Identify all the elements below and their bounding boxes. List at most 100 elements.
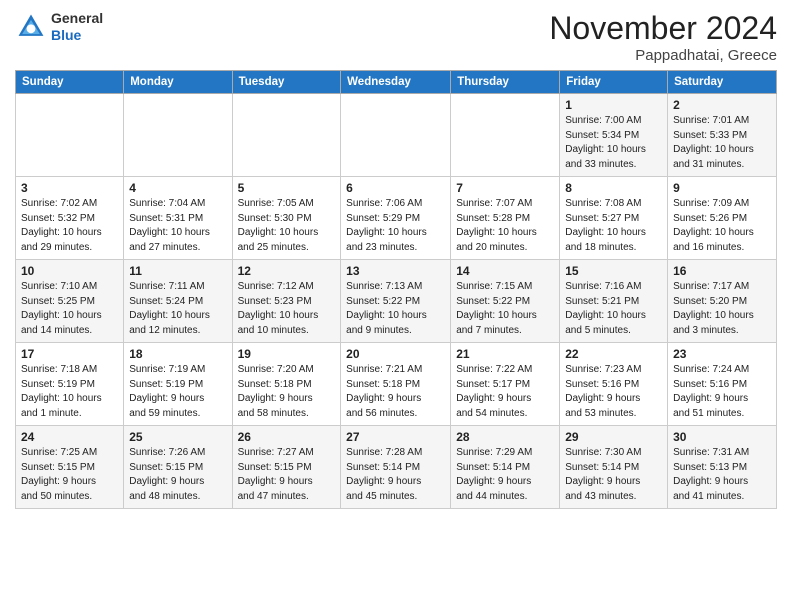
calendar-cell: 9 Sunrise: 7:09 AM Sunset: 5:26 PM Daylig…: [668, 177, 777, 260]
day-info: Sunrise: 7:19 AM Sunset: 5:19 PM Dayligh…: [129, 363, 226, 421]
col-header-tuesday: Tuesday: [232, 71, 341, 94]
day-info: Sunrise: 7:17 AM Sunset: 5:20 PM Dayligh…: [673, 280, 771, 338]
calendar-cell: [124, 94, 232, 177]
calendar-cell: 19 Sunrise: 7:20 AM Sunset: 5:18 PM Dayli…: [232, 343, 341, 426]
day-number: 21: [456, 347, 554, 361]
calendar-cell: 8Sunrise: 7:08 AM Sunset: 5:27 PM Daylig…: [560, 177, 668, 260]
week-row-1: 1 Sunrise: 7:00 AM Sunset: 5:34 PM Daylig…: [16, 94, 777, 177]
calendar-cell: 21 Sunrise: 7:22 AM Sunset: 5:17 PM Dayli…: [451, 343, 560, 426]
day-info: Sunrise: 7:08 AM Sunset: 5:27 PM Dayligh…: [565, 197, 662, 255]
calendar-cell: 13 Sunrise: 7:13 AM Sunset: 5:22 PM Dayli…: [341, 260, 451, 343]
logo-blue: Blue: [51, 27, 103, 44]
header: General Blue November 2024 Pappadhatai, …: [15, 10, 777, 64]
day-info: Sunrise: 7:20 AM Sunset: 5:18 PM Dayligh…: [238, 363, 336, 421]
calendar-cell: 5Sunrise: 7:05 AM Sunset: 5:30 PM Daylig…: [232, 177, 341, 260]
calendar-cell: 17Sunrise: 7:18 AM Sunset: 5:19 PM Dayli…: [16, 343, 124, 426]
calendar-cell: 26Sunrise: 7:27 AM Sunset: 5:15 PM Dayli…: [232, 426, 341, 509]
col-header-sunday: Sunday: [16, 71, 124, 94]
day-info: Sunrise: 7:11 AM Sunset: 5:24 PM Dayligh…: [129, 280, 226, 338]
calendar-cell: 25 Sunrise: 7:26 AM Sunset: 5:15 PM Dayli…: [124, 426, 232, 509]
calendar-cell: 1 Sunrise: 7:00 AM Sunset: 5:34 PM Daylig…: [560, 94, 668, 177]
location: Pappadhatai, Greece: [549, 47, 777, 64]
day-info: Sunrise: 7:31 AM Sunset: 5:13 PM Dayligh…: [673, 446, 771, 504]
day-number: 5: [238, 181, 336, 195]
day-info: Sunrise: 7:25 AM Sunset: 5:15 PM Dayligh…: [21, 446, 118, 504]
calendar-cell: 18 Sunrise: 7:19 AM Sunset: 5:19 PM Dayli…: [124, 343, 232, 426]
calendar-cell: 3Sunrise: 7:02 AM Sunset: 5:32 PM Daylig…: [16, 177, 124, 260]
day-number: 6: [346, 181, 445, 195]
col-header-saturday: Saturday: [668, 71, 777, 94]
calendar-cell: 7Sunrise: 7:07 AM Sunset: 5:28 PM Daylig…: [451, 177, 560, 260]
day-info: Sunrise: 7:06 AM Sunset: 5:29 PM Dayligh…: [346, 197, 445, 255]
day-number: 19: [238, 347, 336, 361]
calendar-cell: 20 Sunrise: 7:21 AM Sunset: 5:18 PM Dayli…: [341, 343, 451, 426]
calendar-cell: 15Sunrise: 7:16 AM Sunset: 5:21 PM Dayli…: [560, 260, 668, 343]
calendar-header-row: SundayMondayTuesdayWednesdayThursdayFrid…: [16, 71, 777, 94]
day-info: Sunrise: 7:28 AM Sunset: 5:14 PM Dayligh…: [346, 446, 445, 504]
calendar-cell: 28 Sunrise: 7:29 AM Sunset: 5:14 PM Dayli…: [451, 426, 560, 509]
calendar-cell: 10Sunrise: 7:10 AM Sunset: 5:25 PM Dayli…: [16, 260, 124, 343]
day-number: 17: [21, 347, 118, 361]
day-number: 7: [456, 181, 554, 195]
page: General Blue November 2024 Pappadhatai, …: [0, 0, 792, 612]
calendar-cell: 12Sunrise: 7:12 AM Sunset: 5:23 PM Dayli…: [232, 260, 341, 343]
day-info: Sunrise: 7:22 AM Sunset: 5:17 PM Dayligh…: [456, 363, 554, 421]
day-number: 24: [21, 430, 118, 444]
week-row-5: 24 Sunrise: 7:25 AM Sunset: 5:15 PM Dayli…: [16, 426, 777, 509]
day-number: 22: [565, 347, 662, 361]
day-number: 14: [456, 264, 554, 278]
month-title: November 2024: [549, 10, 777, 47]
col-header-friday: Friday: [560, 71, 668, 94]
day-number: 28: [456, 430, 554, 444]
day-number: 9: [673, 181, 771, 195]
day-number: 18: [129, 347, 226, 361]
col-header-thursday: Thursday: [451, 71, 560, 94]
title-block: November 2024 Pappadhatai, Greece: [549, 10, 777, 64]
day-number: 16: [673, 264, 771, 278]
day-number: 11: [129, 264, 226, 278]
calendar-cell: 24 Sunrise: 7:25 AM Sunset: 5:15 PM Dayli…: [16, 426, 124, 509]
logo-text: General Blue: [51, 10, 103, 44]
day-number: 29: [565, 430, 662, 444]
calendar-cell: 23 Sunrise: 7:24 AM Sunset: 5:16 PM Dayli…: [668, 343, 777, 426]
calendar-cell: [451, 94, 560, 177]
day-info: Sunrise: 7:01 AM Sunset: 5:33 PM Dayligh…: [673, 114, 771, 172]
day-info: Sunrise: 7:26 AM Sunset: 5:15 PM Dayligh…: [129, 446, 226, 504]
day-info: Sunrise: 7:10 AM Sunset: 5:25 PM Dayligh…: [21, 280, 118, 338]
day-number: 4: [129, 181, 226, 195]
logo-icon: [15, 11, 47, 43]
day-info: Sunrise: 7:09 AM Sunset: 5:26 PM Dayligh…: [673, 197, 771, 255]
day-number: 27: [346, 430, 445, 444]
day-number: 23: [673, 347, 771, 361]
day-info: Sunrise: 7:21 AM Sunset: 5:18 PM Dayligh…: [346, 363, 445, 421]
day-info: Sunrise: 7:24 AM Sunset: 5:16 PM Dayligh…: [673, 363, 771, 421]
calendar-cell: [232, 94, 341, 177]
day-number: 30: [673, 430, 771, 444]
day-info: Sunrise: 7:00 AM Sunset: 5:34 PM Dayligh…: [565, 114, 662, 172]
calendar-cell: 30 Sunrise: 7:31 AM Sunset: 5:13 PM Dayli…: [668, 426, 777, 509]
day-number: 2: [673, 98, 771, 112]
logo: General Blue: [15, 10, 103, 44]
calendar-cell: 6 Sunrise: 7:06 AM Sunset: 5:29 PM Daylig…: [341, 177, 451, 260]
day-number: 12: [238, 264, 336, 278]
col-header-wednesday: Wednesday: [341, 71, 451, 94]
day-number: 25: [129, 430, 226, 444]
day-number: 1: [565, 98, 662, 112]
logo-general: General: [51, 10, 103, 27]
calendar-cell: [16, 94, 124, 177]
calendar-cell: 22 Sunrise: 7:23 AM Sunset: 5:16 PM Dayli…: [560, 343, 668, 426]
day-number: 3: [21, 181, 118, 195]
calendar-cell: 14 Sunrise: 7:15 AM Sunset: 5:22 PM Dayli…: [451, 260, 560, 343]
calendar-cell: 16 Sunrise: 7:17 AM Sunset: 5:20 PM Dayli…: [668, 260, 777, 343]
calendar-cell: 4 Sunrise: 7:04 AM Sunset: 5:31 PM Daylig…: [124, 177, 232, 260]
week-row-2: 3Sunrise: 7:02 AM Sunset: 5:32 PM Daylig…: [16, 177, 777, 260]
calendar-cell: 11 Sunrise: 7:11 AM Sunset: 5:24 PM Dayli…: [124, 260, 232, 343]
day-info: Sunrise: 7:29 AM Sunset: 5:14 PM Dayligh…: [456, 446, 554, 504]
day-info: Sunrise: 7:23 AM Sunset: 5:16 PM Dayligh…: [565, 363, 662, 421]
day-number: 20: [346, 347, 445, 361]
day-info: Sunrise: 7:04 AM Sunset: 5:31 PM Dayligh…: [129, 197, 226, 255]
day-info: Sunrise: 7:13 AM Sunset: 5:22 PM Dayligh…: [346, 280, 445, 338]
day-info: Sunrise: 7:15 AM Sunset: 5:22 PM Dayligh…: [456, 280, 554, 338]
day-number: 13: [346, 264, 445, 278]
col-header-monday: Monday: [124, 71, 232, 94]
